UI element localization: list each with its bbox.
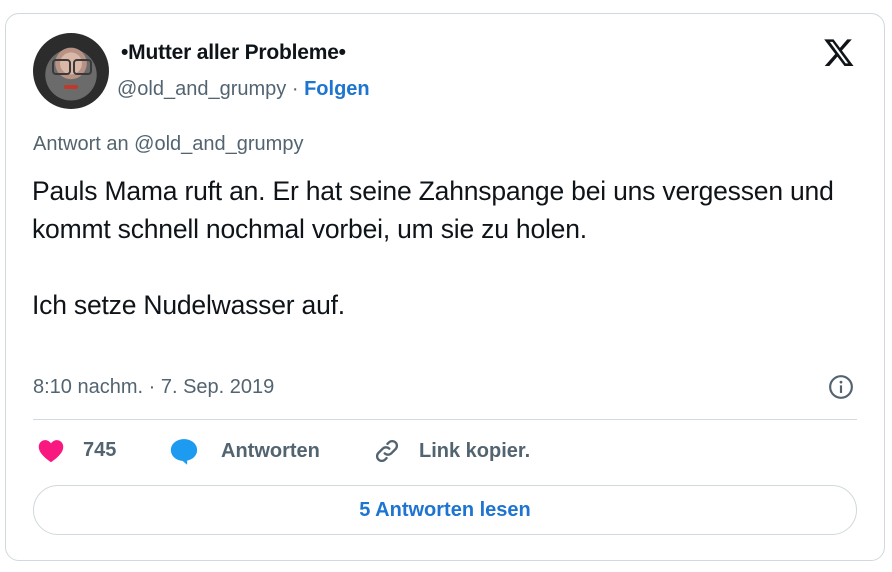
divider <box>33 419 857 420</box>
reply-label: Antworten <box>221 439 320 462</box>
avatar-glasses-left <box>52 59 71 75</box>
heart-icon <box>38 440 64 463</box>
avatar-mouth <box>64 85 78 89</box>
tweet-paragraph-1: Pauls Mama ruft an. Er hat seine Zahnspa… <box>32 176 834 244</box>
tweet-text: Pauls Mama ruft an. Er hat seine Zahnspa… <box>32 172 862 324</box>
read-replies-button[interactable]: 5 Antworten lesen <box>33 485 857 535</box>
tweet-timestamp[interactable]: 8:10 nachm. · 7. Sep. 2019 <box>33 376 274 399</box>
avatar[interactable] <box>33 33 109 109</box>
author-display-name[interactable]: •Mutter aller Probleme• <box>121 41 346 65</box>
author-handle[interactable]: @old_and_grumpy <box>117 78 286 100</box>
link-icon <box>375 439 399 463</box>
tweet-paragraph-2: Ich setze Nudelwasser auf. <box>32 290 345 320</box>
reply-to-label[interactable]: Antwort an @old_and_grumpy <box>33 133 303 156</box>
like-count: 745 <box>83 438 117 461</box>
action-bar: 745 Antworten Link kopier. <box>33 437 633 467</box>
copy-link-button[interactable]: Link kopier. <box>373 437 530 465</box>
copy-link-label: Link kopier. <box>419 439 531 462</box>
avatar-glasses-right <box>73 59 92 75</box>
reply-bubble-icon <box>170 439 198 465</box>
handle-separator: · <box>291 78 299 100</box>
like-button[interactable]: 745 <box>37 437 116 463</box>
x-logo-icon[interactable] <box>822 36 856 68</box>
follow-link[interactable]: Folgen <box>304 78 370 100</box>
reply-button[interactable]: Antworten <box>169 437 320 465</box>
tweet-card[interactable]: •Mutter aller Probleme• @old_and_grumpy … <box>5 13 885 561</box>
info-icon[interactable] <box>828 374 854 400</box>
author-handle-row: @old_and_grumpy · Folgen <box>117 78 370 101</box>
